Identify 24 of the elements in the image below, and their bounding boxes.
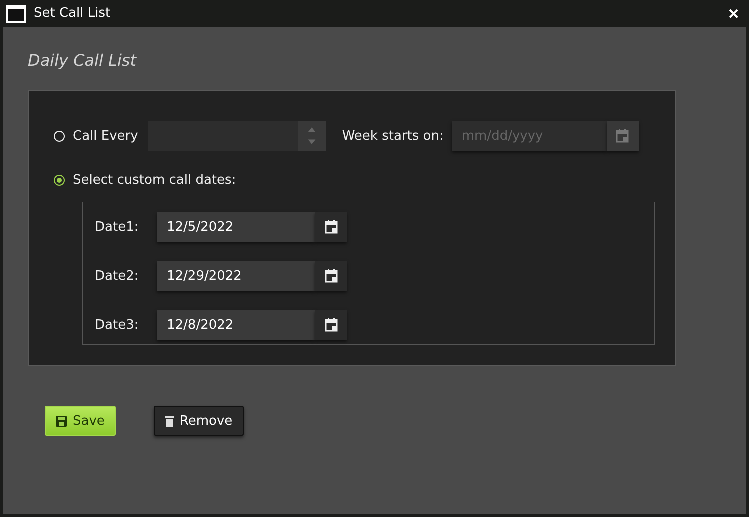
window-icon xyxy=(6,4,26,22)
save-button[interactable]: Save xyxy=(45,406,116,436)
radio-option[interactable]: Call Every xyxy=(54,128,138,144)
radio-option[interactable]: Select custom call dates: xyxy=(54,173,236,188)
section-heading: Daily Call List xyxy=(28,51,138,70)
trash-icon xyxy=(164,416,174,426)
remove-button[interactable]: Remove xyxy=(154,406,244,436)
window-title: Set Call List xyxy=(34,6,112,21)
date-label: Date1: xyxy=(95,220,140,234)
date-field[interactable]: mm/dd/yyyy xyxy=(452,121,607,151)
date-field[interactable]: 12/29/2022 xyxy=(157,261,315,291)
calendar-icon xyxy=(324,220,338,234)
date-field[interactable]: 12/5/2022 xyxy=(157,212,315,242)
calendar-icon xyxy=(616,129,630,143)
close-button[interactable]: ✕ xyxy=(728,6,740,22)
calendar-icon xyxy=(324,318,338,332)
date-field[interactable]: 12/8/2022 xyxy=(157,310,315,340)
calendar-icon xyxy=(324,269,338,283)
calendar-button[interactable] xyxy=(315,310,347,340)
calendar-button[interactable] xyxy=(315,212,347,242)
date-label: Date2: xyxy=(95,268,140,284)
week-starts-label: Week starts on: xyxy=(342,128,444,144)
date-label: Date3: xyxy=(95,318,140,332)
calendar-button[interactable] xyxy=(315,261,347,291)
